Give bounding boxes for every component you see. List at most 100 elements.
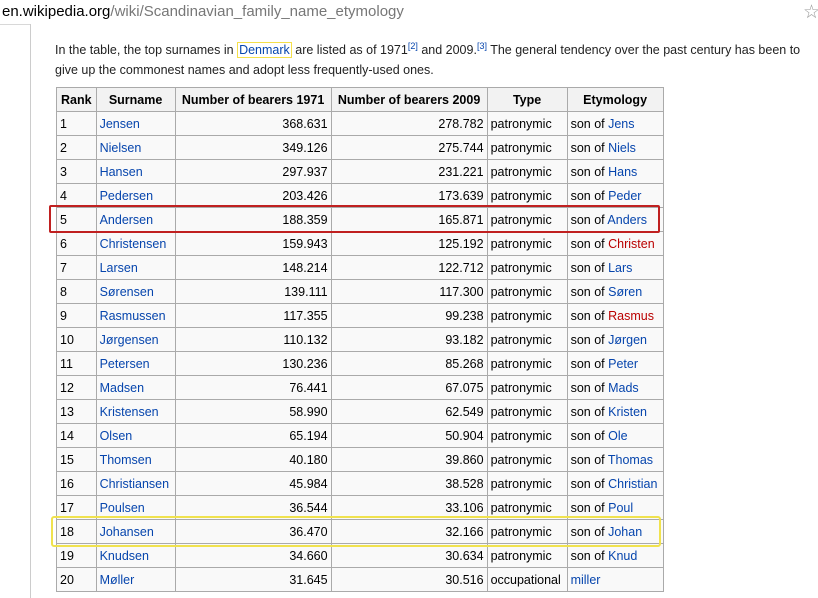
etymology-link[interactable]: Lars [608,261,632,275]
reference-3-link[interactable]: [3] [477,41,487,51]
surname-link[interactable]: Pedersen [95,183,176,208]
bearers-2009-cell: 99.238 [330,303,488,328]
etymology-cell: son of Jørgen [566,327,664,352]
etymology-prefix: son of [570,188,609,203]
etymology-link[interactable]: Ole [608,429,627,443]
etymology-prefix: son of [570,500,609,515]
surname-link[interactable]: Jensen [95,111,176,136]
surname-link[interactable]: Møller [95,567,176,592]
etymology-link[interactable]: Peder [608,189,641,203]
surname-link[interactable]: Kristensen [95,399,176,424]
rank-cell: 13 [56,399,97,424]
table-row: 12 Madsen 76.441 67.075 patronymic son of Mad… [56,375,664,400]
etymology-link[interactable]: Niels [608,141,636,155]
address-bar[interactable]: en.wikipedia.org/wiki/Scandinavian_famil… [0,0,818,25]
bearers-2009-cell: 231.221 [330,159,488,184]
bearers-2009-cell: 125.192 [330,231,488,256]
surname-link[interactable]: Nielsen [95,135,176,160]
table-row: 10 Jørgensen 110.132 93.182 patronymic son of… [56,327,664,352]
table-row: 16 Christiansen 45.984 38.528 patronymic son … [56,471,664,496]
url-path: /wiki/Scandinavian_family_name_etymology [110,3,404,20]
etymology-cell: son of Rasmus [566,303,664,328]
etymology-link[interactable]: Jens [608,117,634,131]
table-row: 8 Sørensen 139.111 117.300 patronymic son of … [56,279,664,304]
rank-cell: 8 [56,279,97,304]
etymology-link[interactable]: Peter [608,357,638,371]
etymology-cell: son of Mads [566,375,664,400]
rank-cell: 4 [56,183,97,208]
surname-link[interactable]: Olsen [95,423,176,448]
etymology-cell: son of Niels [566,135,664,160]
etymology-prefix: son of [570,404,609,419]
surname-link[interactable]: Knudsen [95,543,176,568]
bearers-1971-cell: 58.990 [174,399,332,424]
surname-link[interactable]: Madsen [95,375,176,400]
type-cell: patronymic [486,231,568,256]
bearers-1971-cell: 130.236 [174,351,332,376]
rank-cell: 1 [56,111,97,136]
surname-link[interactable]: Jørgensen [95,327,176,352]
surname-link[interactable]: Christensen [95,231,176,256]
reference-2-link[interactable]: [2] [408,41,418,51]
etymology-link[interactable]: Jørgen [608,333,647,347]
bearers-2009-cell: 67.075 [330,375,488,400]
table-row: 7 Larsen 148.214 122.712 patronymic son of La… [56,255,664,280]
etymology-link[interactable]: Rasmus [608,309,654,323]
etymology-cell: son of Peter [566,351,664,376]
type-cell: patronymic [486,303,568,328]
surname-link[interactable]: Christiansen [95,471,176,496]
etymology-cell: son of Peder [566,183,664,208]
rank-cell: 7 [56,255,97,280]
etymology-link[interactable]: Poul [608,501,633,515]
table-row: 3 Hansen 297.937 231.221 patronymic son of Ha… [56,159,664,184]
etymology-link[interactable]: miller [571,573,601,587]
bearers-2009-cell: 173.639 [330,183,488,208]
surname-link[interactable]: Thomsen [95,447,176,472]
etymology-link[interactable]: Hans [608,165,637,179]
surname-link[interactable]: Hansen [95,159,176,184]
bookmark-star-icon[interactable]: ☆ [803,1,818,24]
etymology-prefix: son of [570,116,609,131]
etymology-link[interactable]: Kristen [608,405,647,419]
rank-cell: 2 [56,135,97,160]
etymology-link[interactable]: Søren [608,285,642,299]
type-cell: patronymic [486,375,568,400]
type-cell: patronymic [486,183,568,208]
rank-cell: 19 [56,543,97,568]
etymology-link[interactable]: Mads [608,381,639,395]
etymology-link[interactable]: Christian [608,477,657,491]
etymology-prefix: son of [570,164,609,179]
table-row: 6 Christensen 159.943 125.192 patronymic son … [56,231,664,256]
surname-link[interactable]: Sørensen [95,279,176,304]
type-cell: patronymic [486,423,568,448]
surname-link[interactable]: Petersen [95,351,176,376]
bearers-2009-cell: 93.182 [330,327,488,352]
rank-cell: 3 [56,159,97,184]
col-bearers-1971-header: Number of bearers 1971 [174,87,332,112]
rank-cell: 11 [56,351,97,376]
rank-cell: 20 [56,567,97,592]
etymology-link[interactable]: Christen [608,237,655,251]
url-text[interactable]: en.wikipedia.org/wiki/Scandinavian_famil… [2,3,404,20]
intro-text: are listed as of 1971 [291,43,408,58]
etymology-link[interactable]: Thomas [608,453,653,467]
surname-link[interactable]: Larsen [95,255,176,280]
denmark-link[interactable]: Denmark [237,42,292,59]
article-content: In the table, the top surnames in Denmar… [30,24,818,598]
type-cell: occupational [486,567,568,592]
bearers-2009-cell: 85.268 [330,351,488,376]
bearers-2009-cell: 39.860 [330,447,488,472]
etymology-link[interactable]: Knud [608,549,637,563]
intro-paragraph: In the table, the top surnames in Denmar… [55,36,818,80]
type-cell: patronymic [486,279,568,304]
intro-text: In the table, the top surnames in [55,43,238,58]
rank-cell: 10 [56,327,97,352]
bearers-1971-cell: 117.355 [174,303,332,328]
bearers-1971-cell: 159.943 [174,231,332,256]
table-row: 11 Petersen 130.236 85.268 patronymic son of … [56,351,664,376]
surname-link[interactable]: Rasmussen [95,303,176,328]
bearers-1971-cell: 45.984 [174,471,332,496]
etymology-prefix: son of [570,380,609,395]
bearers-1971-cell: 297.937 [174,159,332,184]
bearers-2009-cell: 278.782 [330,111,488,136]
